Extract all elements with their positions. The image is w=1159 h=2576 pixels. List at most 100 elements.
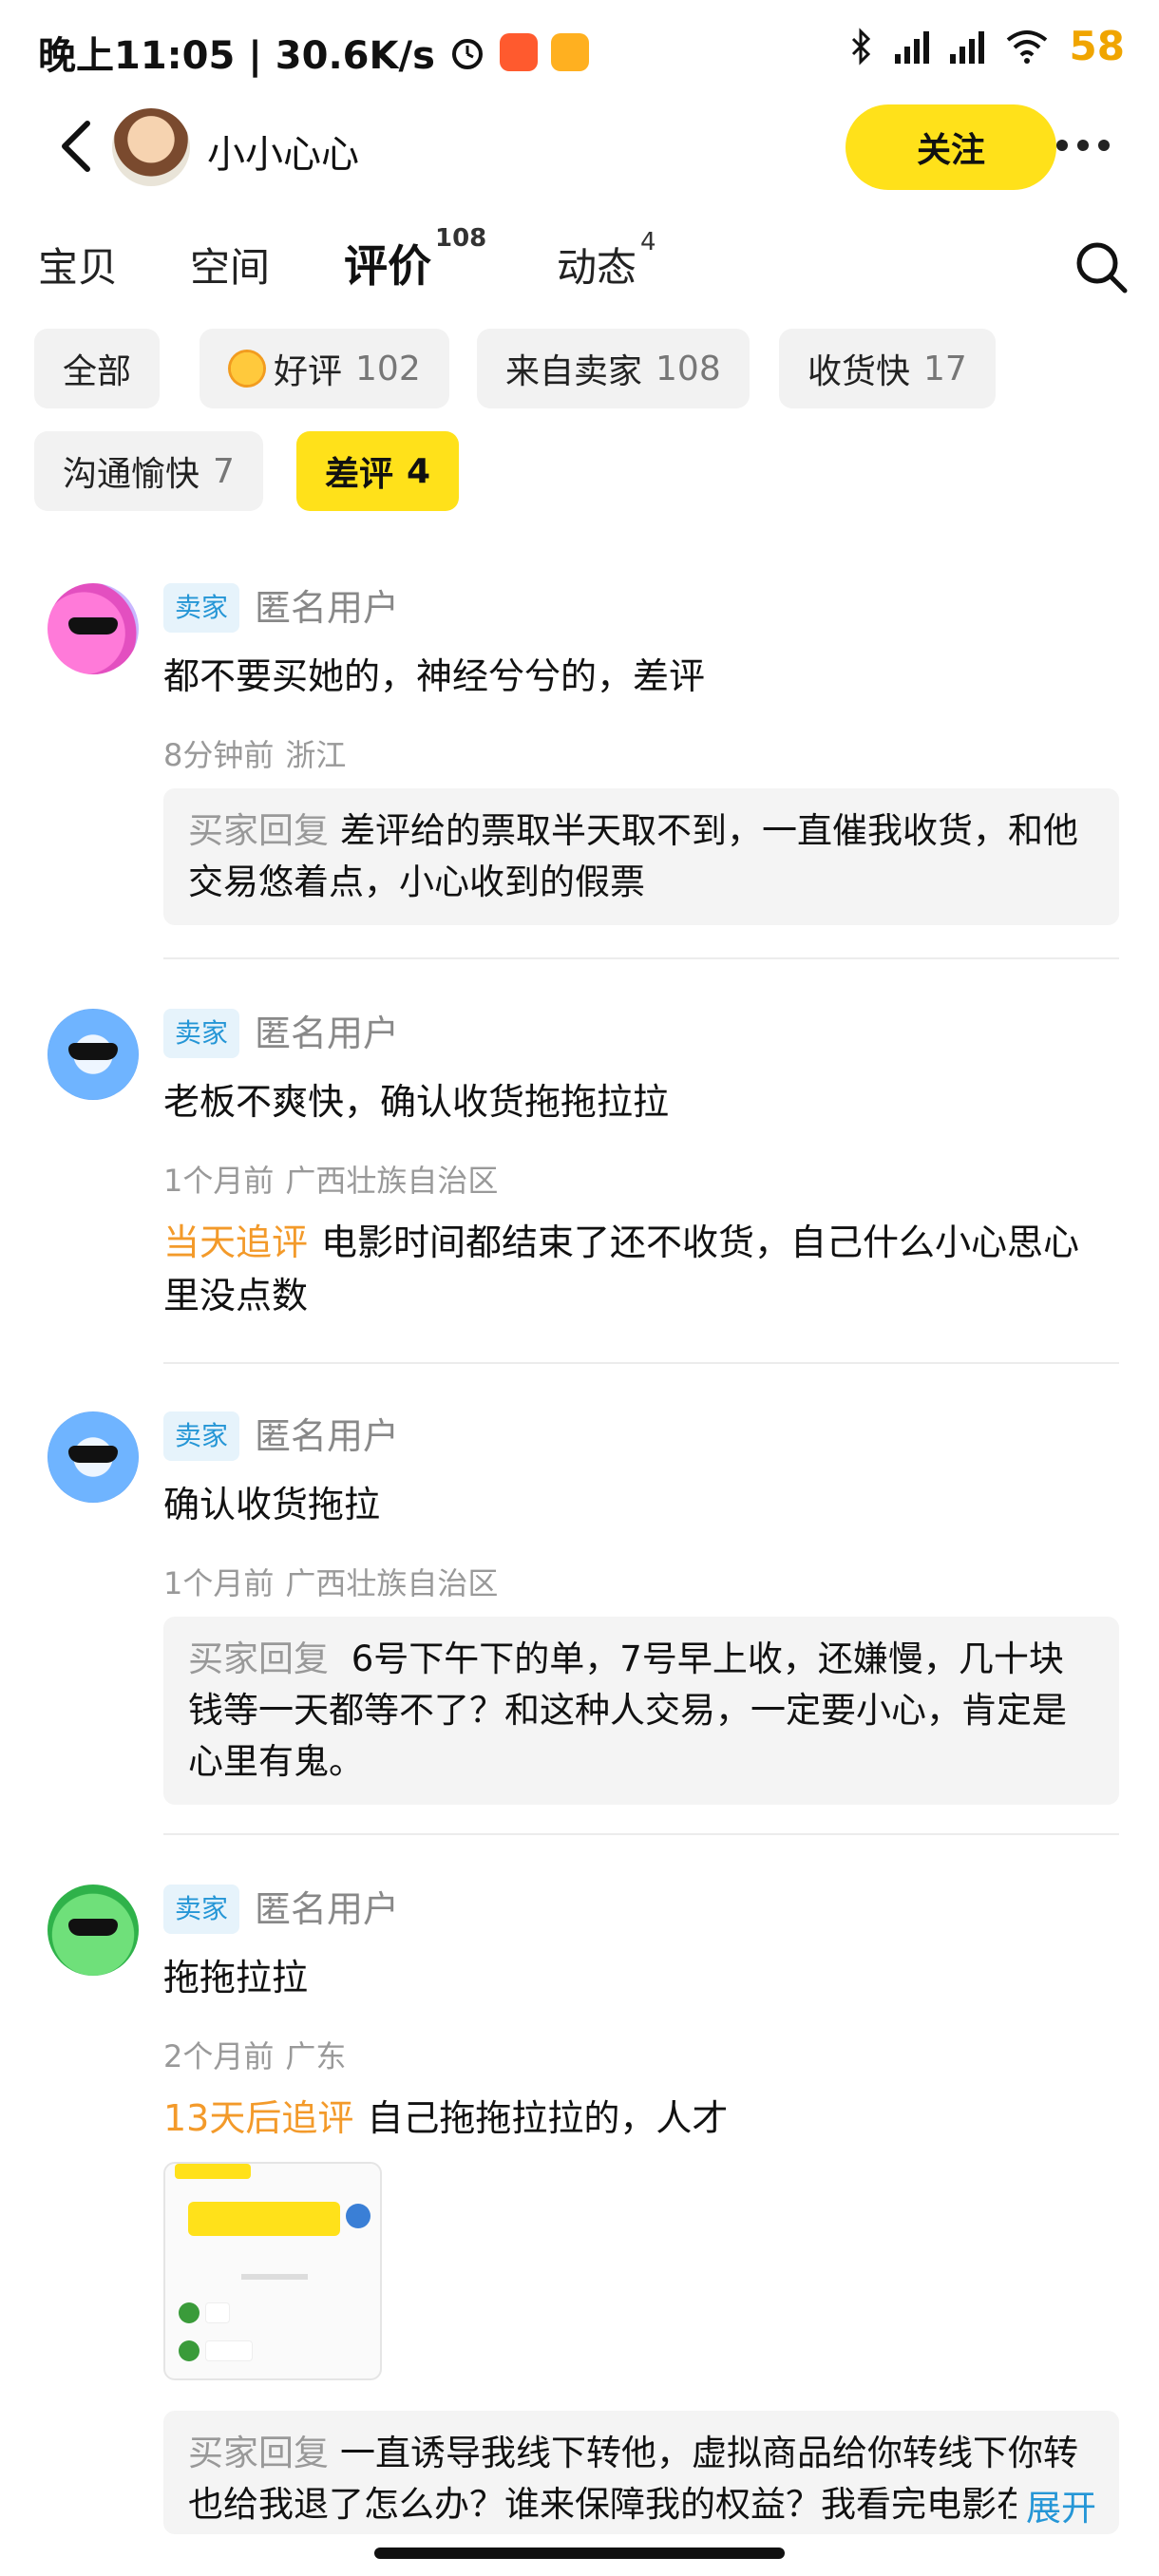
tab-label: 评价 [344,240,431,292]
tab-items[interactable]: 宝贝 [38,236,118,294]
divider [163,957,1119,959]
role-badge: 卖家 [163,583,240,633]
smile-face-icon [228,350,266,388]
review-time: 1个月前 [163,1565,275,1601]
role-badge: 卖家 [163,1885,240,1934]
reviewer-avatar[interactable] [48,1009,139,1100]
review-item: 卖家 匿名用户 拖拖拉拉 2个月前 广东 13天后追评 自己拖拖拉拉的，人才 买家回… [0,1885,1159,2549]
role-badge: 卖家 [163,1009,240,1058]
tab-count: 108 [435,224,487,253]
followup-text: 自己拖拖拉拉的，人才 [367,2097,729,2139]
review-location: 广西壮族自治区 [285,1163,499,1199]
search-icon[interactable] [1074,239,1130,296]
review-location: 广东 [285,2038,347,2074]
filter-count: 102 [355,349,421,388]
review-text: 都不要买她的，神经兮兮的，差评 [163,655,706,697]
review-item: 卖家 匿名用户 老板不爽快，确认收货拖拖拉拉 1个月前 广西壮族自治区 当天追评电… [0,1009,1159,1370]
profile-tabs: 宝贝 空间 评价108 动态4 [0,224,1159,300]
filter-count: 4 [407,451,431,491]
divider [163,1362,1119,1364]
review-meta: 2个月前 广东 [163,2033,346,2076]
review-text: 确认收货拖拉 [163,1484,381,1525]
followup-label: 13天后追评 [163,2097,354,2139]
reviewer-avatar[interactable] [48,1885,139,1976]
tab-label: 动态 [557,244,637,291]
tab-space[interactable]: 空间 [190,236,270,294]
sunglasses-icon [68,1919,118,1936]
filter-label: 沟通愉快 [63,455,200,494]
divider [163,1833,1119,1835]
more-dots-icon[interactable] [1045,122,1121,169]
filter-label: 来自卖家 [505,352,643,391]
sunglasses-icon [68,1043,118,1060]
filter-positive[interactable]: 好评 102 [200,329,449,408]
shop-header: 小小心心 关注 [0,95,1159,199]
status-bar: 晚上11:05 | 30.6K/s 58 [0,0,1159,95]
review-meta: 1个月前 广西壮族自治区 [163,1157,498,1201]
review-meta: 8分钟前 浙江 [163,731,346,775]
status-time-speed: 晚上11:05 | 30.6K/s [38,34,435,78]
bluetooth-icon [851,27,870,66]
buyer-reply: 买家回复 差评给的票取半天取不到，一直催我收货，和他交易悠着点，小心收到的假票 [163,788,1119,925]
filter-fast-receipt[interactable]: 收货快 17 [779,329,996,408]
reviewer-avatar[interactable] [48,583,139,674]
shop-name[interactable]: 小小心心 [207,123,359,179]
reply-label: 买家回复 [188,2433,329,2473]
filter-count: 108 [656,349,721,388]
review-item: 卖家 匿名用户 都不要买她的，神经兮兮的，差评 8分钟前 浙江 买家回复 差评给的票… [0,583,1159,963]
alarm-icon [451,39,483,69]
followup-label: 当天追评 [163,1222,309,1263]
filter-count: 7 [213,451,235,491]
review-location: 浙江 [285,737,347,773]
tab-reviews[interactable]: 评价108 [344,224,486,296]
followup-review: 13天后追评 自己拖拖拉拉的，人才 [163,2092,1113,2145]
filter-from-seller[interactable]: 来自卖家 108 [477,329,750,408]
filter-all[interactable]: 全部 [34,329,161,408]
filter-count: 17 [923,349,967,388]
filter-good-communication[interactable]: 沟通愉快 7 [34,431,263,511]
back-arrow-icon[interactable] [53,118,101,175]
buyer-reply: 买家回复 6号下午下的单，7号早上收，还嫌慢，几十块钱等一天都等不了？和这种人交… [163,1617,1119,1805]
buyer-reply: 买家回复 一直诱导我线下转他，虚拟商品给你转线下你转也给我退了怎么办？谁来保障我的… [163,2411,1119,2534]
filter-label: 全部 [63,352,132,391]
status-left: 晚上11:05 | 30.6K/s [38,25,589,80]
app-icon [499,33,538,71]
expand-link[interactable]: 展开 [1016,2483,1096,2534]
filter-label: 收货快 [808,352,911,391]
signal-icon [949,29,984,64]
review-time: 2个月前 [163,2038,275,2074]
reviewer-name: 匿名用户 [255,1888,400,1930]
reviewer-avatar[interactable] [48,1411,139,1503]
app-icon [550,33,589,71]
tab-count: 4 [640,228,656,256]
filter-label: 好评 [274,352,343,391]
signal-icon [894,29,929,64]
follow-button[interactable]: 关注 [846,104,1056,190]
tab-activity[interactable]: 动态4 [557,228,656,294]
tab-label: 宝贝 [38,244,119,291]
reviewer-name: 匿名用户 [255,1415,400,1457]
tab-label: 空间 [190,244,271,291]
reply-label: 买家回复 [188,810,329,851]
review-time: 1个月前 [163,1163,275,1199]
review-meta: 1个月前 广西壮族自治区 [163,1560,498,1603]
battery-level: 58 [1069,23,1125,69]
reviewer-name: 匿名用户 [255,1013,400,1054]
filter-negative[interactable]: 差评 4 [296,431,460,511]
sunglasses-icon [68,1446,118,1463]
shop-avatar[interactable] [112,108,190,186]
reply-label: 买家回复 [188,1638,329,1679]
reviewer-name: 匿名用户 [255,587,400,629]
review-text: 老板不爽快，确认收货拖拖拉拉 [163,1081,670,1123]
review-text: 拖拖拉拉 [163,1957,309,1998]
review-time: 8分钟前 [163,737,275,773]
home-indicator[interactable] [374,2548,785,2559]
wifi-icon [1006,29,1047,64]
followup-review: 当天追评 电影时间都结束了还不收货，自己什么小心思心里没点数 [163,1216,1113,1322]
status-right: 58 [849,23,1125,69]
chat-screenshot-thumbnail[interactable] [163,2162,382,2380]
sunglasses-icon [68,617,118,635]
review-item: 卖家 匿名用户 确认收货拖拉 1个月前 广西壮族自治区 买家回复 6号下午下的单，… [0,1411,1159,1835]
review-location: 广西壮族自治区 [285,1565,499,1601]
filter-label: 差评 [325,455,394,494]
